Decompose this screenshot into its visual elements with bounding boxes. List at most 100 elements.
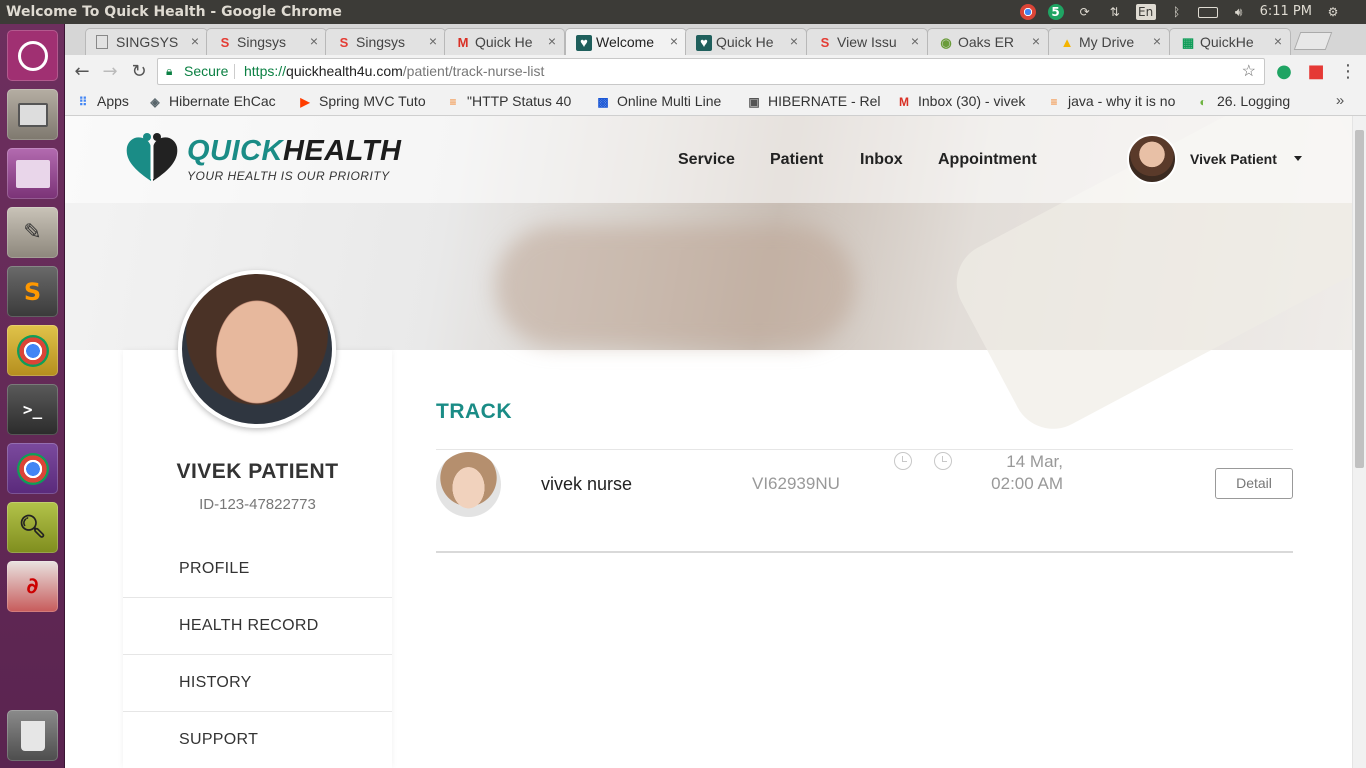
bookmark-logging[interactable]: ◐ 26. Logging	[1195, 93, 1325, 109]
tab-quickhealth-sheet[interactable]: ▦ QuickHe ×	[1169, 28, 1291, 55]
tab-singsys-2[interactable]: S Singsys ×	[206, 28, 327, 55]
bookmarks-bar: ⠿ Apps ◈ Hibernate EhCac ▶ Spring MVC Tuto …	[65, 88, 1366, 116]
page-scrollbar[interactable]	[1352, 116, 1366, 768]
forward-icon[interactable]: →	[99, 61, 121, 83]
lock-icon: 🔒︎	[166, 64, 173, 78]
close-tab-icon[interactable]: ×	[1153, 33, 1161, 49]
bookmark-star-icon[interactable]: ☆	[1242, 59, 1256, 84]
power-gear-icon[interactable]: ⚙	[1324, 4, 1342, 20]
stackoverflow-icon: ≡	[449, 95, 457, 109]
patient-id: ID-123-47822773	[199, 496, 316, 513]
tab-gmail-quickhealth[interactable]: M Quick He ×	[444, 28, 565, 55]
notification-badge[interactable]: 5	[1047, 4, 1064, 20]
tab-my-drive[interactable]: ▲ My Drive ×	[1048, 28, 1170, 55]
bookmark-hibernate-rel[interactable]: ▣ HIBERNATE - Rel	[746, 93, 886, 109]
window-title: Welcome To Quick Health - Google Chrome	[6, 4, 342, 20]
close-tab-icon[interactable]: ×	[1032, 33, 1040, 49]
spring-icon: ◐	[1199, 95, 1207, 109]
bookmark-inbox[interactable]: M Inbox (30) - vivek	[896, 93, 1034, 109]
quickhealth-icon: ♥	[576, 35, 592, 51]
bluetooth-icon[interactable]: ᛒ	[1168, 4, 1186, 20]
hibernate-icon: ◈	[150, 95, 160, 109]
volume-icon[interactable]: 🔊︎	[1230, 4, 1248, 20]
reload-icon[interactable]: ↻	[128, 61, 150, 83]
sidebar-item-health-record[interactable]: HEALTH RECORD	[123, 598, 392, 655]
appointment-date: 14 Mar, 02:00 AM	[991, 452, 1063, 493]
chevron-down-icon	[1294, 156, 1302, 161]
close-tab-icon[interactable]: ×	[310, 33, 318, 49]
extension-hangouts-icon[interactable]: ●	[1273, 61, 1295, 83]
bookmark-apps[interactable]: ⠿ Apps	[75, 93, 137, 109]
apps-grid-icon: ⠿	[78, 95, 88, 109]
nav-appointment[interactable]: Appointment	[938, 151, 1037, 169]
close-tab-icon[interactable]: ×	[670, 33, 678, 49]
web-page: QUICKHEALTH YOUR HEALTH IS OUR PRIORITY …	[65, 116, 1352, 768]
sync-icon[interactable]: ⟳	[1076, 4, 1094, 20]
scrollbar-thumb[interactable]	[1355, 130, 1364, 468]
extension-recorder-icon[interactable]: ■	[1305, 61, 1327, 83]
back-icon[interactable]: ←	[71, 61, 93, 83]
battery-icon[interactable]	[1197, 6, 1218, 18]
close-tab-icon[interactable]: ×	[911, 33, 919, 49]
sidebar-item-support[interactable]: SUPPORT	[123, 712, 392, 768]
nurse-name: vivek nurse	[541, 474, 633, 494]
more-bookmarks-icon[interactable]: »	[1329, 90, 1351, 112]
bookmark-http-status[interactable]: ≡ "HTTP Status 40	[445, 93, 582, 109]
tab-quickhealth[interactable]: ♥ Quick He ×	[685, 28, 807, 55]
clock[interactable]: 6:11 PM	[1260, 0, 1312, 24]
bookmark-online-multiline[interactable]: ▩ Online Multi Line	[595, 93, 737, 109]
gmail-icon: M	[899, 95, 909, 109]
sidebar-item-history[interactable]: HISTORY	[123, 655, 392, 712]
files-icon[interactable]	[7, 89, 58, 140]
bookmark-spring-mvc[interactable]: ▶ Spring MVC Tuto	[297, 93, 435, 109]
close-tab-icon[interactable]: ×	[790, 33, 798, 49]
terminal-icon[interactable]: >_	[7, 384, 58, 435]
tab-welcome-active[interactable]: ♥ Welcome ×	[565, 28, 687, 55]
keyboard-layout[interactable]: En	[1135, 4, 1156, 20]
workspace-icon[interactable]	[7, 148, 58, 199]
nav-service[interactable]: Service	[678, 151, 735, 169]
detail-button[interactable]: Detail	[1215, 468, 1293, 499]
address-bar[interactable]: 🔒︎ Secure https://quickhealth4u.com/pati…	[157, 58, 1265, 85]
tab-strip: SINGSYS × S Singsys × S Singsys × M Quick He × …	[65, 24, 1366, 55]
tab-singsys-3[interactable]: S Singsys ×	[325, 28, 446, 55]
close-tab-icon[interactable]: ×	[429, 33, 437, 49]
sheets-icon: ▦	[1181, 35, 1195, 50]
patient-avatar	[178, 270, 336, 428]
tab-view-issue[interactable]: S View Issu ×	[806, 28, 928, 55]
tab-singsys-1[interactable]: SINGSYS ×	[85, 28, 208, 55]
nav-inbox[interactable]: Inbox	[860, 151, 903, 169]
chrome-tray-icon[interactable]	[1019, 4, 1036, 20]
system-tray: 5 ⟳ ⇅ En ᛒ 🔊︎ 6:11 PM ⚙	[1019, 0, 1366, 24]
secure-label: Secure	[184, 63, 229, 79]
text-editor-icon[interactable]: ✎	[7, 207, 58, 258]
s-logo-icon: S	[820, 35, 830, 50]
stackoverflow-icon: ≡	[1050, 95, 1058, 109]
chrome-icon[interactable]	[7, 325, 58, 376]
nav-patient[interactable]: Patient	[770, 151, 823, 169]
close-tab-icon[interactable]: ×	[548, 33, 556, 49]
sidebar-item-profile[interactable]: PROFILE	[123, 541, 392, 598]
clock-icon	[894, 452, 912, 470]
close-tab-icon[interactable]: ×	[191, 33, 199, 49]
chrome-menu-icon[interactable]: ⋮	[1337, 61, 1359, 83]
bookmark-java-question[interactable]: ≡ java - why it is no	[1046, 93, 1185, 109]
close-tab-icon[interactable]: ×	[1274, 33, 1282, 49]
site-logo[interactable]: QUICKHEALTH YOUR HEALTH IS OUR PRIORITY	[123, 131, 401, 191]
youtube-icon: ▶	[300, 95, 310, 109]
tab-oaks-erp[interactable]: ◉ Oaks ER ×	[927, 28, 1049, 55]
heart-logo-icon	[126, 133, 178, 181]
s-logo-icon: S	[339, 35, 349, 50]
bookmark-hibernate-ehcache[interactable]: ◈ Hibernate EhCac	[147, 93, 287, 109]
ubuntu-dash-icon[interactable]	[7, 30, 58, 81]
system-monitor-icon[interactable]: 🔍︎	[7, 502, 58, 553]
document-viewer-icon[interactable]: ∂	[7, 561, 58, 612]
trash-icon[interactable]	[7, 710, 58, 761]
oaks-icon: ◉	[940, 35, 952, 50]
network-arrows-icon[interactable]: ⇅	[1106, 4, 1124, 20]
chrome-icon-2[interactable]	[7, 443, 58, 494]
brand-name: QUICKHEALTH	[187, 135, 402, 167]
divider	[234, 64, 235, 79]
new-tab-button[interactable]	[1293, 32, 1333, 50]
sublime-text-icon[interactable]: S	[7, 266, 58, 317]
